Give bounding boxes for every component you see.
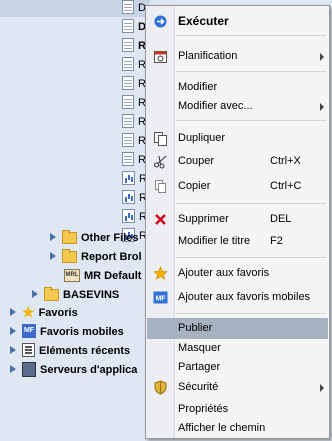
chart-icon <box>122 171 135 186</box>
expand-arrow-icon[interactable] <box>10 327 16 336</box>
submenu-arrow-icon <box>320 53 324 61</box>
duplicate-icon <box>154 132 167 146</box>
menu-separator <box>176 35 326 36</box>
tree-item[interactable]: R <box>122 114 146 131</box>
tree-item[interactable]: R <box>122 95 146 112</box>
menu-item-masquer[interactable]: Masquer <box>147 338 328 359</box>
star-icon: ★ <box>22 304 35 321</box>
scissors-icon <box>154 155 167 169</box>
chart-icon <box>122 209 135 224</box>
expand-arrow-icon[interactable] <box>50 252 56 261</box>
context-menu: Exécuter Planification Modifier Modifier… <box>145 5 330 439</box>
tree-root-favoris[interactable]: ★ Favoris <box>10 305 78 322</box>
document-icon <box>122 133 134 148</box>
mobile-favorites-icon: MF <box>22 324 36 339</box>
menu-item-proprietes[interactable]: Propriétés <box>147 399 328 420</box>
menu-item-dupliquer[interactable]: Dupliquer <box>147 128 328 149</box>
folder-icon <box>62 230 77 245</box>
recent-items-icon <box>22 343 35 358</box>
mr-file-icon: MRL <box>64 268 80 282</box>
menu-separator <box>176 120 326 121</box>
expand-arrow-icon[interactable] <box>50 233 56 242</box>
copy-icon <box>155 180 166 193</box>
tree-root-favoris-mobiles[interactable]: MF Favoris mobiles <box>10 324 124 341</box>
tree-item[interactable]: R <box>122 152 146 169</box>
menu-item-ajouter-favoris-mobiles[interactable]: MF Ajouter aux favoris mobiles <box>147 287 328 308</box>
document-icon <box>122 76 134 91</box>
menu-item-partager[interactable]: Partager <box>147 357 328 378</box>
document-icon <box>122 114 134 129</box>
tree-item[interactable]: R <box>122 133 146 150</box>
document-icon <box>122 0 134 15</box>
expand-arrow-icon[interactable] <box>10 308 16 317</box>
expand-arrow-icon[interactable] <box>32 290 38 299</box>
submenu-arrow-icon <box>320 384 324 392</box>
tree-item[interactable]: D <box>122 0 146 17</box>
folder-label: Other Files <box>81 232 139 244</box>
menu-item-copier[interactable]: Copier Ctrl+C <box>147 176 328 197</box>
tree-item[interactable]: R <box>122 76 146 93</box>
item-label: MR Default <box>84 270 142 282</box>
folder-icon <box>62 249 77 264</box>
menu-item-securite[interactable]: Sécurité <box>147 377 328 398</box>
menu-separator <box>176 71 326 72</box>
tree-item[interactable]: D <box>122 19 146 36</box>
document-icon <box>122 95 134 110</box>
calendar-icon <box>154 51 167 63</box>
tree-root-elements-recents[interactable]: Eléments récents <box>10 343 130 360</box>
menu-separator <box>176 203 326 204</box>
menu-item-couper[interactable]: Couper Ctrl+X <box>147 151 328 172</box>
chart-icon <box>122 190 135 205</box>
menu-separator <box>176 313 326 314</box>
expand-arrow-icon[interactable] <box>10 365 16 374</box>
mobile-favorites-icon-text: MF <box>155 296 166 303</box>
delete-icon <box>155 214 166 225</box>
document-icon <box>122 57 134 72</box>
folder-label: Report Brol <box>81 251 142 263</box>
folder-icon <box>44 287 59 302</box>
tree-item[interactable]: R <box>122 209 147 226</box>
menu-item-modifier-avec[interactable]: Modifier avec... <box>147 96 328 117</box>
tree-item-mr-default[interactable]: MRL MR Default <box>64 268 141 285</box>
tree-folder-other-files[interactable]: Other Files <box>50 230 138 247</box>
tree-item[interactable]: R <box>122 38 146 55</box>
menu-item-supprimer[interactable]: Supprimer DEL <box>147 209 328 230</box>
menu-item-modifier-titre[interactable]: Modifier le titre F2 <box>147 231 328 252</box>
submenu-arrow-icon <box>320 103 324 111</box>
tree-item[interactable]: R <box>122 171 147 188</box>
server-icon <box>22 361 36 377</box>
shield-icon <box>154 380 167 395</box>
root-label: Favoris mobiles <box>40 326 124 338</box>
root-label: Favoris <box>38 307 78 319</box>
menu-item-executer[interactable]: Exécuter <box>147 11 328 32</box>
menu-item-ajouter-favoris[interactable]: Ajouter aux favoris <box>147 263 328 284</box>
tree-item[interactable]: R <box>122 190 147 207</box>
menu-item-publier[interactable]: Publier <box>147 318 328 339</box>
folder-label: BASEVINS <box>63 289 120 301</box>
menu-item-afficher-chemin[interactable]: Afficher le chemin <box>147 418 328 439</box>
expand-arrow-icon[interactable] <box>10 346 16 355</box>
document-icon <box>122 38 134 53</box>
root-label: Serveurs d'applica <box>40 364 138 376</box>
tree-root-serveurs[interactable]: Serveurs d'applica <box>10 361 138 379</box>
star-icon <box>153 266 168 280</box>
document-icon <box>122 19 134 34</box>
menu-separator <box>176 257 326 258</box>
menu-item-modifier[interactable]: Modifier <box>147 77 328 98</box>
root-label: Eléments récents <box>39 345 131 357</box>
mobile-favorites-icon: MF <box>153 291 168 304</box>
document-icon <box>122 152 134 167</box>
tree-folder-report-broker[interactable]: Report Brol <box>50 249 142 266</box>
tree-folder-basevins[interactable]: BASEVINS <box>32 287 119 304</box>
menu-item-planification[interactable]: Planification <box>147 46 328 67</box>
tree-item[interactable]: R <box>122 57 146 74</box>
run-icon <box>154 15 167 28</box>
